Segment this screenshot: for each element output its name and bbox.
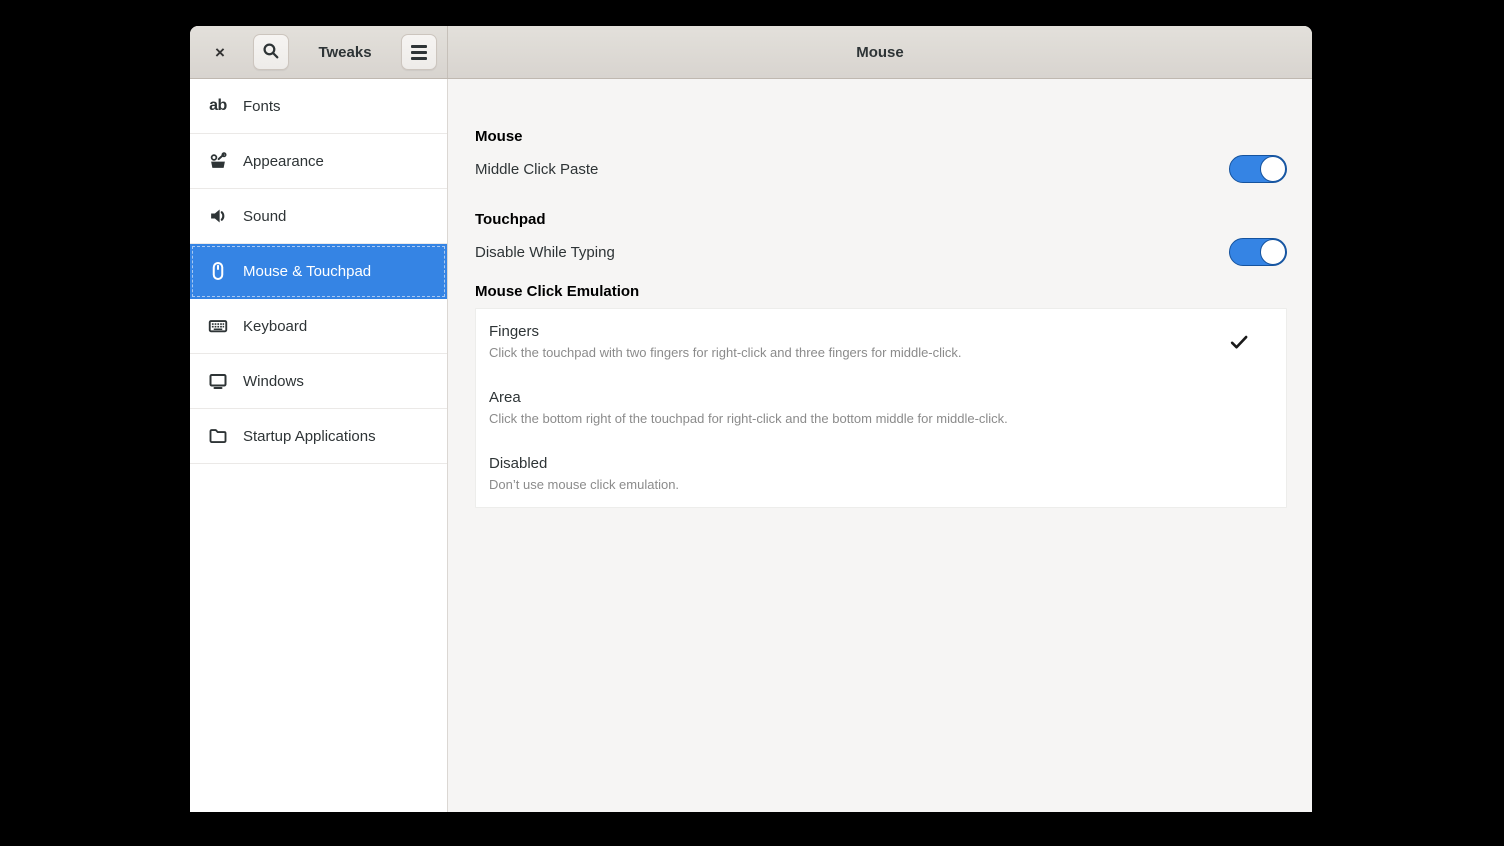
sidebar-item-label: Windows bbox=[243, 373, 304, 390]
toggle-knob bbox=[1260, 239, 1286, 265]
sidebar-item-startup-applications[interactable]: Startup Applications bbox=[190, 409, 447, 464]
selected-check-icon bbox=[1228, 331, 1250, 353]
fonts-ab-icon: ab bbox=[207, 95, 229, 117]
headerbar-left: × Tweaks bbox=[190, 26, 448, 78]
toggle-knob bbox=[1260, 156, 1286, 182]
sidebar-item-appearance[interactable]: Appearance bbox=[190, 134, 447, 189]
monitor-icon bbox=[207, 370, 229, 392]
option-title: Fingers bbox=[489, 322, 962, 341]
section-heading-touchpad: Touchpad bbox=[475, 210, 1287, 230]
mouse-settings-panel: Mouse Middle Click Paste Touchpad Disabl… bbox=[448, 79, 1312, 812]
option-description: Don’t use mouse click emulation. bbox=[489, 476, 679, 493]
mouse-icon bbox=[207, 260, 229, 282]
sidebar-item-fonts[interactable]: ab Fonts bbox=[190, 79, 447, 134]
app-title: Tweaks bbox=[289, 44, 401, 61]
section-heading-mouse-click-emulation: Mouse Click Emulation bbox=[475, 282, 1287, 302]
emulation-option-area[interactable]: Area Click the bottom right of the touch… bbox=[476, 375, 1286, 441]
keyboard-icon bbox=[207, 315, 229, 337]
page-title: Mouse bbox=[856, 44, 904, 61]
sidebar-item-mouse-touchpad[interactable]: Mouse & Touchpad bbox=[190, 244, 447, 299]
emulation-option-fingers[interactable]: Fingers Click the touchpad with two fing… bbox=[476, 309, 1286, 375]
setting-row-middle-click-paste: Middle Click Paste bbox=[475, 155, 1287, 183]
option-description: Click the touchpad with two fingers for … bbox=[489, 344, 962, 361]
appearance-icon bbox=[207, 150, 229, 172]
sidebar-item-keyboard[interactable]: Keyboard bbox=[190, 299, 447, 354]
disable-while-typing-toggle[interactable] bbox=[1229, 238, 1287, 266]
speaker-icon bbox=[207, 205, 229, 227]
setting-label: Disable While Typing bbox=[475, 244, 615, 261]
folder-icon bbox=[207, 425, 229, 447]
search-button[interactable] bbox=[253, 34, 289, 70]
option-title: Disabled bbox=[489, 454, 679, 473]
search-icon bbox=[262, 42, 280, 63]
sidebar-item-label: Startup Applications bbox=[243, 428, 376, 445]
sidebar-item-label: Keyboard bbox=[243, 318, 307, 335]
section-heading-mouse: Mouse bbox=[475, 127, 1287, 147]
sidebar: ab Fonts Appearance bbox=[190, 79, 448, 812]
close-button[interactable]: × bbox=[207, 39, 233, 65]
hamburger-menu-icon bbox=[411, 45, 427, 60]
sidebar-item-windows[interactable]: Windows bbox=[190, 354, 447, 409]
sidebar-item-label: Mouse & Touchpad bbox=[243, 263, 371, 280]
sidebar-item-label: Appearance bbox=[243, 153, 324, 170]
option-title: Area bbox=[489, 388, 1008, 407]
emulation-option-disabled[interactable]: Disabled Don’t use mouse click emulation… bbox=[476, 441, 1286, 507]
setting-label: Middle Click Paste bbox=[475, 161, 598, 178]
headerbar-right: Mouse bbox=[448, 26, 1312, 78]
headerbar: × Tweaks Mouse bbox=[190, 26, 1312, 79]
tweaks-window: × Tweaks Mouse a bbox=[190, 26, 1312, 812]
sidebar-item-label: Sound bbox=[243, 208, 286, 225]
middle-click-paste-toggle[interactable] bbox=[1229, 155, 1287, 183]
setting-row-disable-while-typing: Disable While Typing bbox=[475, 238, 1287, 266]
mouse-click-emulation-list: Fingers Click the touchpad with two fing… bbox=[475, 308, 1287, 508]
primary-menu-button[interactable] bbox=[401, 34, 437, 70]
sidebar-item-sound[interactable]: Sound bbox=[190, 189, 447, 244]
option-description: Click the bottom right of the touchpad f… bbox=[489, 410, 1008, 427]
sidebar-item-label: Fonts bbox=[243, 98, 281, 115]
